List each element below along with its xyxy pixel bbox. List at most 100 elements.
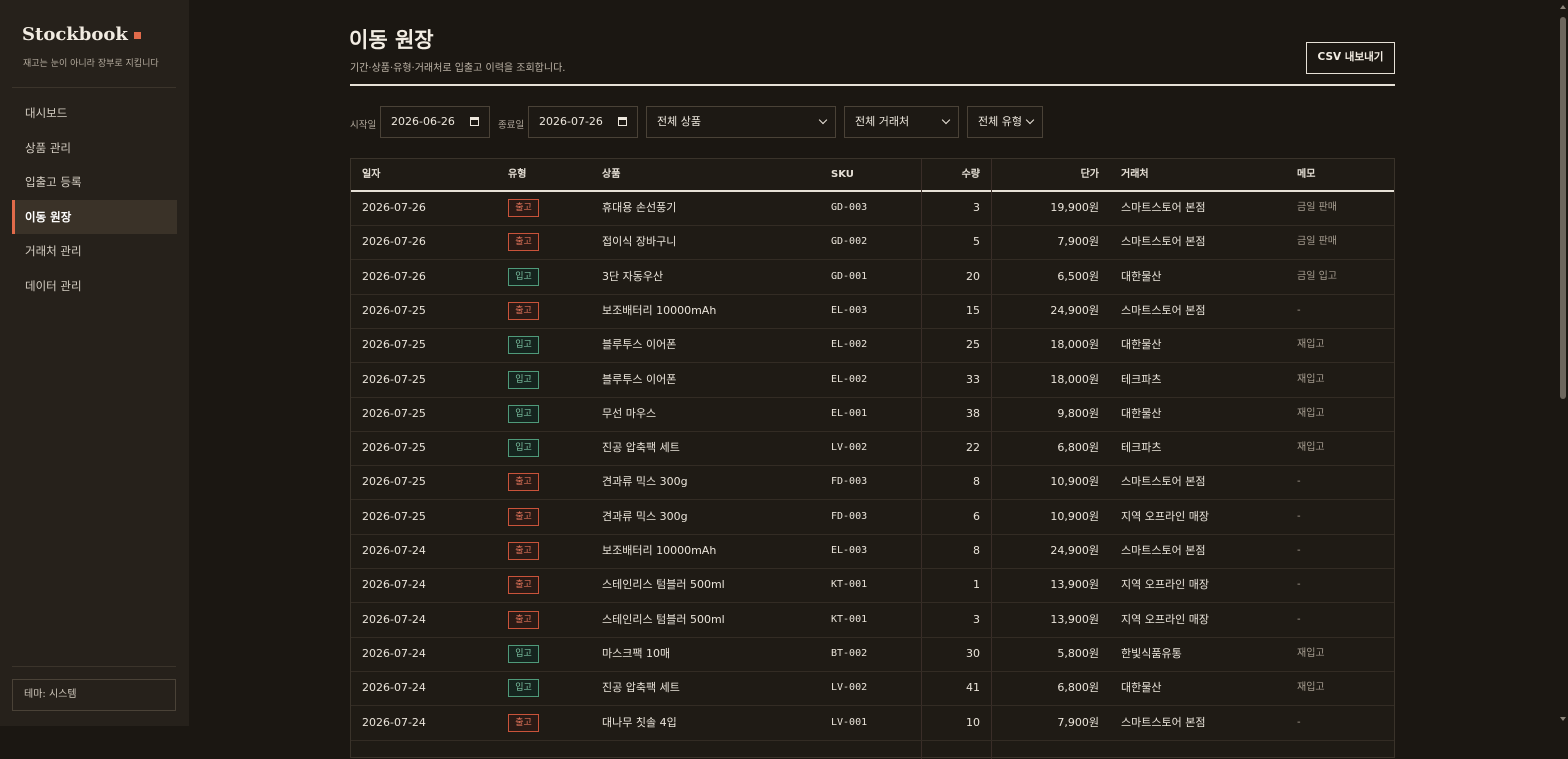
start-date-input[interactable]: 2026-06-26 <box>380 106 490 138</box>
end-date-input[interactable]: 2026-07-26 <box>528 106 638 138</box>
csv-export-button[interactable]: CSV 내보내기 <box>1306 42 1395 74</box>
header-divider <box>350 84 1395 86</box>
row-product: 대나무 칫솔 4입 <box>602 715 677 729</box>
row-sku: LV-002 <box>831 442 868 454</box>
row-memo: 재입고 <box>1297 647 1325 659</box>
row-date: 2026-07-24 <box>362 646 426 660</box>
table-row[interactable]: 2026-07-24 출고 보조배터리 10000mAh EL-003 8 24,900원… <box>351 534 1394 569</box>
column-header-sku[interactable]: SKU <box>831 159 854 190</box>
sidebar-item-dashboard[interactable]: 대시보드 <box>12 96 177 130</box>
row-date: 2026-07-24 <box>362 715 426 729</box>
table-row[interactable]: 2026-07-25 입고 진공 압축팩 세트 LV-002 22 6,800원 테크파츠 재… <box>351 431 1394 467</box>
table-row[interactable]: 2026-07-24 출고 스테인리스 텀블러 500ml KT-001 3 13,900… <box>351 603 1394 638</box>
table-row[interactable]: 2026-07-26 입고 3단 자동우산 GD-001 20 6,500원 대한물산 금일 … <box>351 260 1394 295</box>
column-header-partner[interactable]: 거래처 <box>1121 159 1149 190</box>
row-date: 2026-07-25 <box>362 406 426 420</box>
scroll-down-arrow-icon[interactable] <box>1560 717 1566 721</box>
row-partner: 테크파츠 <box>1121 372 1162 386</box>
row-product: 보조배터리 10000mAh <box>602 544 717 557</box>
type-badge: 출고 <box>508 199 539 217</box>
table-row[interactable]: 2026-07-26 출고 휴대용 손선풍기 GD-003 3 19,900원 스마트스토어… <box>351 191 1394 226</box>
row-sku: GD-003 <box>831 202 868 213</box>
row-qty: 22 <box>966 441 980 455</box>
row-sku: GD-001 <box>831 270 868 282</box>
row-sku: LV-002 <box>831 682 868 694</box>
type-badge: 입고 <box>508 439 539 458</box>
sidebar-item-partners[interactable]: 거래처 관리 <box>12 234 177 268</box>
brand-dot-icon <box>133 31 141 39</box>
row-price: 10,900원 <box>1050 475 1099 489</box>
column-header-price[interactable]: 단가 <box>1081 159 1099 190</box>
row-product: 진공 압축팩 세트 <box>602 681 680 695</box>
calendar-icon[interactable] <box>469 116 479 126</box>
type-badge: 출고 <box>508 576 539 595</box>
column-header-date[interactable]: 일자 <box>362 159 380 190</box>
type-badge: 입고 <box>508 370 539 389</box>
scrollbar-thumb[interactable] <box>1560 17 1566 399</box>
table-row[interactable]: 2026-07-25 출고 견과류 믹스 300g FD-003 6 10,900원 지역 … <box>351 500 1394 535</box>
table-row[interactable]: 2026-07-25 입고 블루투스 이어폰 EL-002 25 18,000원 대한물산 재… <box>351 328 1394 364</box>
sidebar-item-ledger[interactable]: 이동 원장 <box>12 199 177 234</box>
column-header-memo[interactable]: 메모 <box>1297 159 1315 190</box>
chevron-down-icon <box>818 115 828 125</box>
row-price: 18,000원 <box>1050 338 1099 352</box>
row-qty: 1 <box>973 578 980 592</box>
start-date-label: 시작일 <box>350 120 377 131</box>
row-partner: 스마트스토어 본점 <box>1121 715 1206 729</box>
table-row[interactable]: 2026-07-25 출고 보조배터리 10000mAh EL-003 15 24,900… <box>351 294 1394 329</box>
page-title: 이동 원장 <box>349 27 434 52</box>
page-scrollbar[interactable] <box>1557 0 1568 726</box>
theme-toggle-button[interactable]: 테마: 시스템 <box>12 679 176 711</box>
table-row[interactable]: 2026-07-25 출고 견과류 믹스 300g FD-003 8 10,900원 스마트… <box>351 465 1394 501</box>
type-badge: 출고 <box>508 507 539 526</box>
row-price: 7,900원 <box>1057 715 1099 729</box>
row-qty: 5 <box>973 235 980 249</box>
row-sku: FD-003 <box>831 510 868 522</box>
row-date: 2026-07-25 <box>362 338 426 352</box>
row-memo: 금일 판매 <box>1297 236 1337 248</box>
table-row[interactable]: 2026-07-24 입고 마스크팩 10매 BT-002 30 5,800원 한빛식품유통… <box>351 637 1394 672</box>
end-date-value: 2026-07-26 <box>539 115 603 128</box>
row-price: 13,900원 <box>1050 578 1099 592</box>
sidebar-item-stock-entry[interactable]: 입출고 등록 <box>12 165 177 199</box>
product-select-value: 전체 상품 <box>657 115 701 128</box>
table-row[interactable]: 2026-07-24 입고 진공 압축팩 세트 LV-002 41 6,800원 대한물산 재… <box>351 671 1394 707</box>
calendar-icon[interactable] <box>617 116 627 126</box>
sidebar-item-data[interactable]: 데이터 관리 <box>12 269 177 303</box>
column-header-qty[interactable]: 수량 <box>962 159 980 190</box>
table-row[interactable]: 2026-07-25 입고 무선 마우스 EL-001 38 9,800원 대한물산 재입고 <box>351 397 1394 432</box>
row-product: 블루투스 이어폰 <box>602 338 677 352</box>
partner-select[interactable]: 전체 거래처 <box>844 106 959 138</box>
sidebar-item-products[interactable]: 상품 관리 <box>12 131 177 165</box>
table-row[interactable]: 2026-07-25 입고 블루투스 이어폰 EL-002 33 18,000원 테크파츠 재… <box>351 363 1394 398</box>
row-sku: FD-003 <box>831 476 868 488</box>
page-subtitle: 기간·상품·유형·거래처로 입출고 이력을 조회합니다. <box>350 63 566 74</box>
table-row[interactable]: 2026-07-24 출고 스테인리스 텀블러 500ml KT-001 1 13,900… <box>351 568 1394 604</box>
row-memo: 재입고 <box>1297 442 1325 454</box>
table-row[interactable]: 2026-07-24 출고 대나무 칫솔 4입 LV-001 10 7,900원 스마트스토… <box>351 706 1394 741</box>
row-sku: EL-003 <box>831 304 868 316</box>
row-price: 6,500원 <box>1057 269 1099 283</box>
row-memo: 재입고 <box>1297 407 1325 419</box>
row-price: 24,900원 <box>1050 544 1099 557</box>
row-partner: 테크파츠 <box>1121 441 1162 455</box>
table-row[interactable]: 2026-07-26 출고 접이식 장바구니 GD-002 5 7,900원 스마트스토어 … <box>351 225 1394 261</box>
row-price: 6,800원 <box>1057 441 1099 455</box>
row-memo: - <box>1297 579 1301 591</box>
scroll-up-arrow-icon[interactable] <box>1560 5 1566 9</box>
brand-logo[interactable]: Stockbook <box>22 24 141 45</box>
row-product: 견과류 믹스 300g <box>602 475 688 489</box>
row-partner: 대한물산 <box>1121 681 1162 695</box>
type-select[interactable]: 전체 유형 <box>967 106 1043 138</box>
column-header-product[interactable]: 상품 <box>602 159 620 190</box>
product-select[interactable]: 전체 상품 <box>646 106 836 138</box>
row-qty: 33 <box>966 372 980 386</box>
row-sku: BT-002 <box>831 647 868 659</box>
row-product: 3단 자동우산 <box>602 269 664 283</box>
row-qty: 3 <box>973 201 980 214</box>
row-qty: 38 <box>966 406 980 420</box>
column-header-type[interactable]: 유형 <box>508 159 526 190</box>
row-price: 5,800원 <box>1057 646 1099 660</box>
row-price: 7,900원 <box>1057 235 1099 249</box>
type-badge: 출고 <box>508 301 539 320</box>
